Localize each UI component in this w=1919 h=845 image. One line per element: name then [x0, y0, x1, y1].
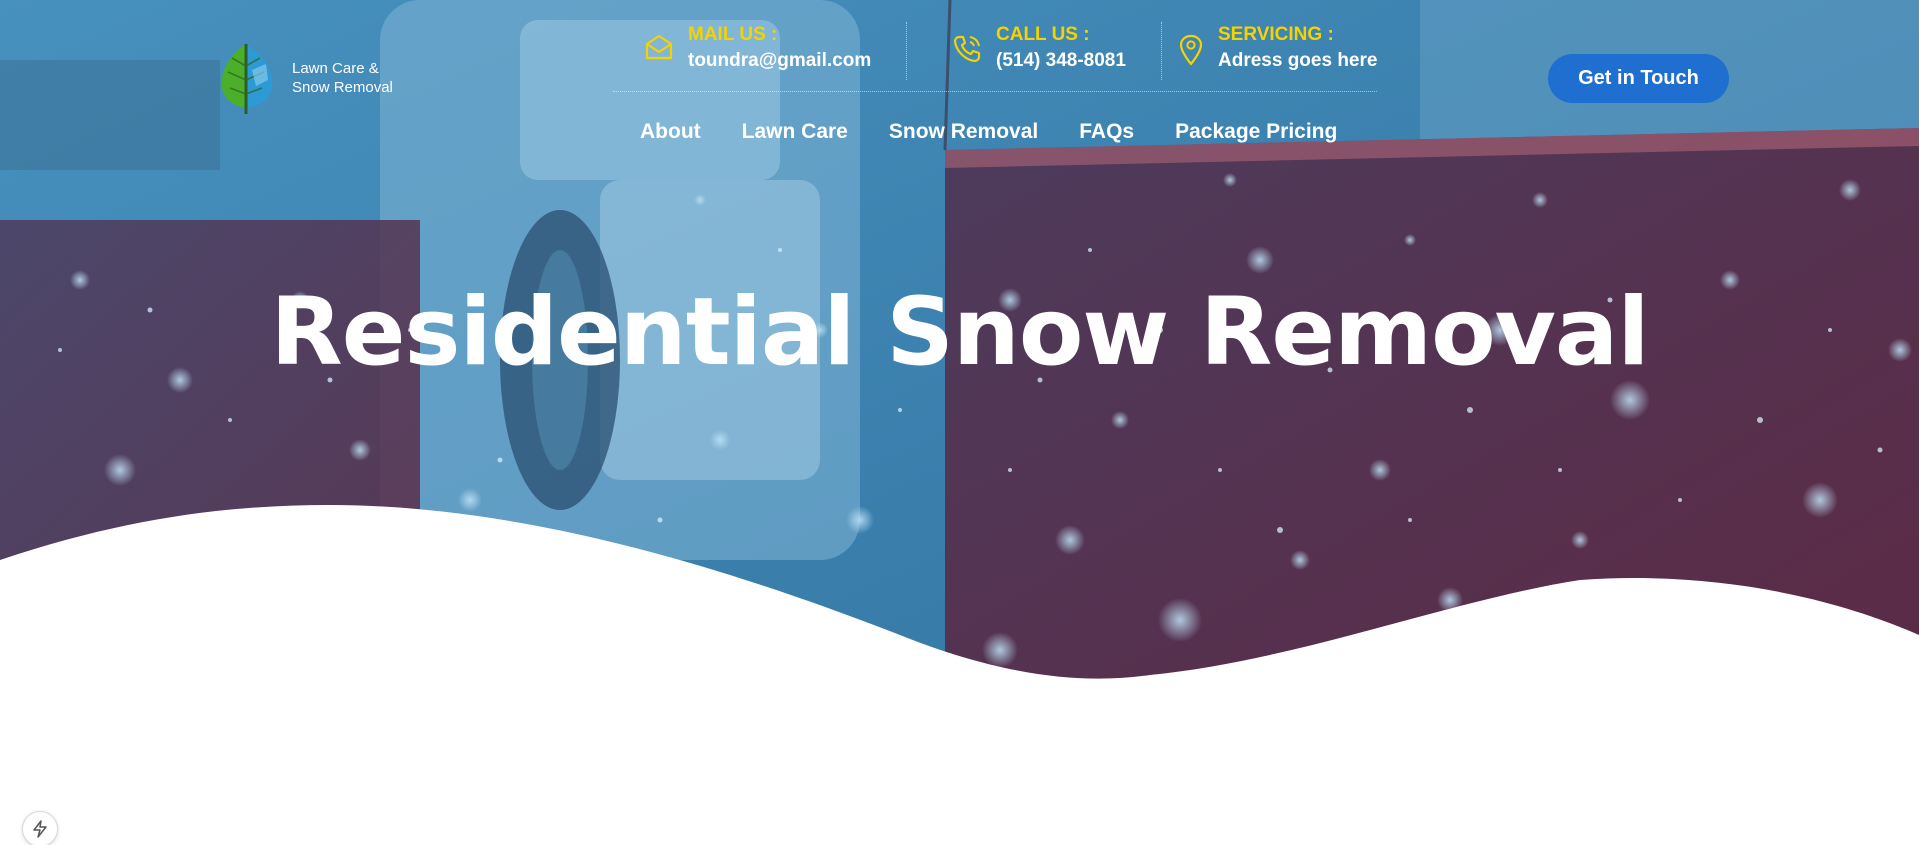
- header-divider: [613, 91, 1377, 92]
- contact-mail: MAIL US : toundra@gmail.com: [644, 22, 871, 74]
- envelope-icon: [645, 34, 673, 60]
- divider: [906, 22, 907, 80]
- nav-lawn-care[interactable]: Lawn Care: [742, 120, 848, 144]
- lightning-icon: [33, 820, 47, 838]
- brand-logo[interactable]: Lawn Care & Snow Removal: [218, 40, 393, 116]
- servicing-value: Adress goes here: [1218, 50, 1378, 71]
- call-label: CALL US :: [996, 24, 1090, 45]
- mail-label: MAIL US :: [688, 24, 778, 45]
- leaf-logo-icon: [221, 44, 273, 114]
- hero-title: Residential Snow Removal: [270, 278, 1649, 387]
- contact-phone: CALL US : (514) 348-8081: [952, 22, 1126, 74]
- lightning-badge[interactable]: [22, 811, 58, 845]
- nav-package-pricing[interactable]: Package Pricing: [1175, 120, 1337, 144]
- brand-name: Lawn Care & Snow Removal: [292, 59, 393, 97]
- brand-name-line2: Snow Removal: [292, 79, 393, 96]
- map-pin-icon: [1179, 34, 1203, 66]
- servicing-label: SERVICING :: [1218, 24, 1334, 45]
- phone-icon: [953, 35, 981, 63]
- mail-value[interactable]: toundra@gmail.com: [688, 48, 871, 74]
- divider: [1161, 22, 1162, 80]
- hero-section: Lawn Care & Snow Removal MAIL US : tound…: [0, 0, 1919, 845]
- brand-name-line1: Lawn Care &: [292, 60, 379, 77]
- call-value[interactable]: (514) 348-8081: [996, 48, 1126, 74]
- nav-about[interactable]: About: [640, 120, 701, 144]
- contact-servicing: SERVICING : Adress goes here: [1178, 22, 1377, 74]
- nav-snow-removal[interactable]: Snow Removal: [889, 120, 1038, 144]
- get-in-touch-button[interactable]: Get in Touch: [1548, 54, 1729, 103]
- main-nav: About Lawn Care Snow Removal FAQs Packag…: [640, 120, 1337, 144]
- nav-faqs[interactable]: FAQs: [1079, 120, 1134, 144]
